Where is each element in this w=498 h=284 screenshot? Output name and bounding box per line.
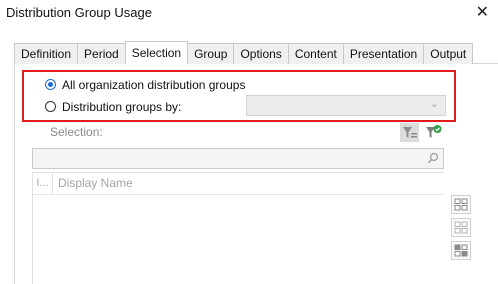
search-input[interactable] [32, 148, 444, 169]
all-groups-label[interactable]: All organization distribution groups [62, 78, 245, 92]
title-bar: Distribution Group Usage ✕ [0, 0, 498, 26]
column-header-display-name[interactable]: Display Name [58, 176, 133, 190]
close-icon[interactable]: ✕ [476, 2, 489, 22]
search-icon [428, 152, 439, 164]
tab-content[interactable]: Content [287, 43, 344, 64]
grid-invert-icon [454, 244, 468, 257]
tab-strip: Definition Period Selection Group Option… [14, 41, 474, 64]
tab-period[interactable]: Period [77, 43, 126, 64]
groups-by-label[interactable]: Distribution groups by: [62, 100, 181, 114]
filter-options-button[interactable] [424, 123, 443, 142]
window-title: Distribution Group Usage [6, 5, 152, 20]
chevron-down-icon: ⌄ [429, 98, 439, 110]
selection-label: Selection: [50, 125, 103, 139]
grid-deselect-icon [454, 221, 468, 234]
filter-settings-icon [426, 125, 442, 138]
tab-presentation[interactable]: Presentation [342, 43, 425, 64]
tab-output[interactable]: Output [423, 43, 474, 64]
column-header-id[interactable]: I... [33, 173, 53, 194]
deselect-all-button[interactable] [451, 218, 471, 237]
filter-button[interactable] [400, 123, 419, 142]
groups-grid[interactable]: I... Display Name [32, 172, 444, 284]
tab-group[interactable]: Group [187, 43, 235, 64]
filter-icon [403, 127, 417, 138]
groups-by-combo[interactable]: ⌄ [246, 95, 446, 116]
tab-selection[interactable]: Selection [124, 41, 189, 64]
tab-options[interactable]: Options [233, 43, 289, 64]
grid-header: I... Display Name [33, 173, 444, 195]
tab-definition[interactable]: Definition [14, 43, 79, 64]
groups-by-radio[interactable] [45, 101, 56, 112]
invert-selection-button[interactable] [451, 241, 471, 260]
grid-select-all-icon [454, 198, 468, 211]
select-all-button[interactable] [451, 195, 471, 214]
all-groups-radio[interactable] [45, 79, 56, 90]
